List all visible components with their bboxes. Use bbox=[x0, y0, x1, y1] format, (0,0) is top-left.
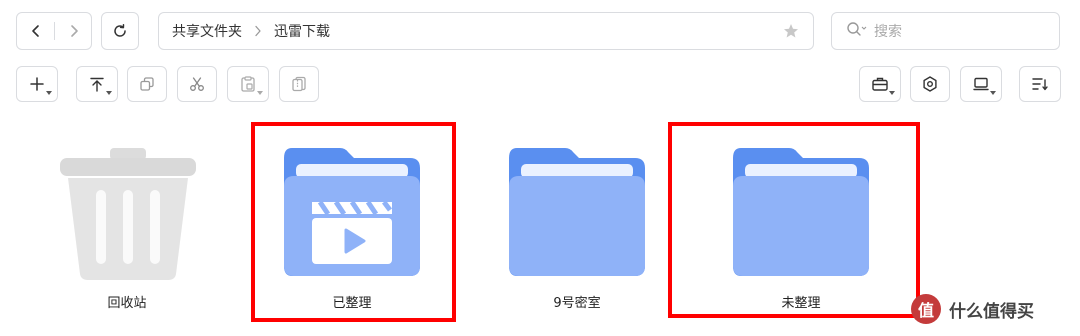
nav-back-forward bbox=[16, 12, 92, 50]
back-button[interactable] bbox=[17, 13, 54, 49]
forward-button[interactable] bbox=[55, 13, 92, 49]
chevron-right-icon bbox=[70, 25, 78, 37]
sort-icon bbox=[1032, 78, 1048, 91]
copy-icon bbox=[140, 77, 154, 91]
archive-icon bbox=[292, 76, 306, 92]
item-label: 回收站 bbox=[107, 296, 147, 311]
highlight-box-unorganized bbox=[668, 122, 920, 318]
briefcase-icon bbox=[872, 77, 888, 91]
item-label: 9号密室 bbox=[553, 296, 601, 311]
upload-button[interactable] bbox=[76, 66, 118, 102]
sort-button[interactable] bbox=[1019, 66, 1061, 102]
plus-icon bbox=[30, 77, 44, 91]
caret-down-icon bbox=[46, 91, 52, 95]
monitor-icon bbox=[973, 77, 989, 91]
watermark: 值 什么值得买 bbox=[911, 291, 1034, 327]
compress-button[interactable] bbox=[279, 66, 319, 102]
paste-icon bbox=[241, 76, 255, 92]
breadcrumb-separator-icon bbox=[254, 25, 262, 37]
refresh-button[interactable] bbox=[101, 12, 139, 50]
watermark-logo: 值 bbox=[911, 294, 941, 324]
cut-button[interactable] bbox=[177, 66, 217, 102]
caret-down-icon bbox=[106, 91, 112, 95]
paste-button[interactable] bbox=[227, 66, 269, 102]
chevron-left-icon bbox=[31, 25, 39, 37]
caret-down-icon bbox=[257, 91, 263, 95]
toolbox-button[interactable] bbox=[859, 66, 901, 102]
search-icon bbox=[846, 21, 868, 41]
breadcrumb-root[interactable]: 共享文件夹 bbox=[172, 21, 242, 41]
gear-icon bbox=[923, 76, 937, 92]
refresh-icon bbox=[114, 24, 126, 37]
search-box[interactable]: 搜索 bbox=[831, 12, 1060, 50]
folder-icon bbox=[509, 148, 645, 276]
breadcrumb-current[interactable]: 迅雷下载 bbox=[274, 21, 330, 41]
highlight-box-organized bbox=[251, 122, 456, 322]
caret-down-icon bbox=[889, 91, 895, 95]
copy-button[interactable] bbox=[127, 66, 167, 102]
star-icon[interactable] bbox=[783, 23, 799, 43]
upload-icon bbox=[90, 77, 104, 92]
caret-down-icon bbox=[990, 91, 996, 95]
settings-button[interactable] bbox=[910, 66, 950, 102]
view-mode-button[interactable] bbox=[960, 66, 1002, 102]
search-placeholder: 搜索 bbox=[874, 24, 902, 40]
scissors-icon bbox=[190, 77, 204, 91]
trash-icon bbox=[60, 148, 196, 280]
address-bar[interactable]: 共享文件夹 迅雷下载 bbox=[158, 12, 814, 50]
new-button[interactable] bbox=[16, 66, 58, 102]
watermark-text: 什么值得买 bbox=[949, 301, 1034, 322]
